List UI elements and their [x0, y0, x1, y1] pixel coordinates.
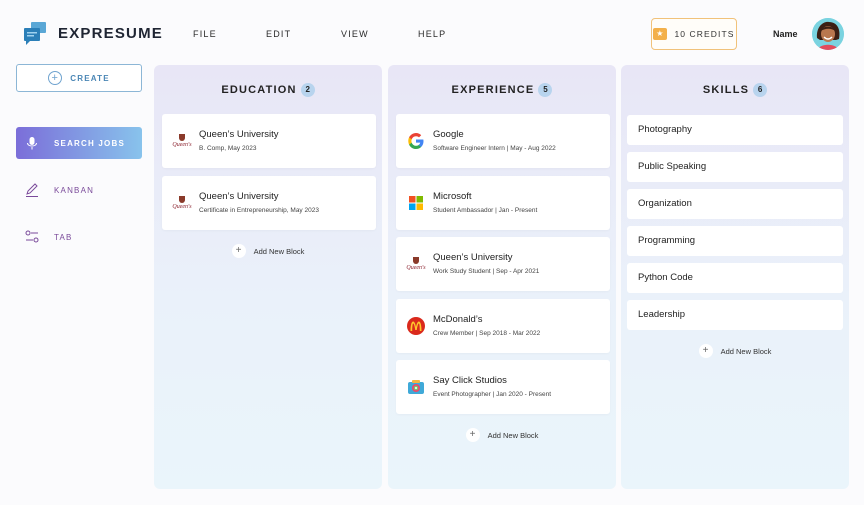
app-logo[interactable]: EXPRESUME — [22, 20, 163, 46]
skill-item[interactable]: Programming — [627, 226, 843, 256]
card-subtitle: Student Ambassador | Jan - Present — [433, 207, 538, 214]
card-subtitle: Event Photographer | Jan 2020 - Present — [433, 391, 552, 398]
queens-logo-icon: Queen's — [172, 194, 192, 212]
queens-logo-icon: Queen's — [406, 255, 426, 273]
card-title: Microsoft — [433, 191, 472, 202]
card-title: Queen’s University — [199, 191, 279, 202]
add-new-block-button[interactable]: + Add New Block — [621, 344, 849, 358]
logo-icon — [22, 20, 48, 46]
experience-card[interactable]: Queen's Queen’s University Work Study St… — [396, 237, 610, 291]
queens-logo-icon: Queen's — [172, 132, 192, 150]
sidebar-item-label: SEARCH JOBS — [54, 138, 125, 148]
card-subtitle: Crew Member | Sep 2018 - Mar 2022 — [433, 330, 541, 337]
count-badge: 2 — [300, 83, 315, 97]
add-new-block-button[interactable]: + Add New Block — [388, 428, 616, 442]
education-column: EDUCATION 2 Queen's Queen’s University B.… — [154, 65, 382, 489]
count-badge: 6 — [753, 83, 768, 97]
skills-column: SKILLS 6 Photography Public Speaking Orga… — [621, 65, 849, 489]
menu-file[interactable]: FILE — [193, 29, 217, 39]
menu-view[interactable]: VIEW — [341, 29, 369, 39]
card-title: Google — [433, 129, 464, 140]
credits-button[interactable]: ★ 10 CREDITS — [651, 18, 737, 50]
experience-card[interactable]: McDonald’s Crew Member | Sep 2018 - Mar … — [396, 299, 610, 353]
card-title: Queen’s University — [433, 252, 513, 263]
plus-icon: + — [48, 71, 63, 85]
column-title: EDUCATION — [221, 84, 297, 96]
card-title: McDonald’s — [433, 314, 483, 325]
column-title: EXPERIENCE — [451, 84, 535, 96]
add-block-label: Add New Block — [253, 246, 305, 256]
sidebar-item-kanban[interactable]: KANBAN — [16, 174, 142, 206]
skill-item[interactable]: Organization — [627, 189, 843, 219]
sidebar-item-tab[interactable]: TAB — [16, 221, 142, 253]
sliders-icon — [24, 229, 40, 245]
create-button[interactable]: + CREATE — [16, 64, 142, 92]
column-header: EDUCATION 2 — [154, 83, 382, 97]
star-ticket-icon: ★ — [653, 28, 668, 40]
top-bar: EXPRESUME FILE EDIT VIEW HELP ★ 10 CREDI… — [0, 0, 864, 64]
menu-help[interactable]: HELP — [418, 29, 446, 39]
count-badge: 5 — [538, 83, 553, 97]
create-label: CREATE — [70, 73, 110, 83]
skill-item[interactable]: Python Code — [627, 263, 843, 293]
experience-column: EXPERIENCE 5 Google Software Engineer Int… — [388, 65, 616, 489]
experience-card[interactable]: Microsoft Student Ambassador | Jan - Pre… — [396, 176, 610, 230]
experience-card[interactable]: Google Software Engineer Intern | May - … — [396, 114, 610, 168]
mcdonalds-logo-icon — [406, 317, 426, 335]
pen-icon — [24, 182, 40, 198]
microphone-icon — [24, 135, 40, 151]
credits-label: 10 CREDITS — [674, 29, 735, 39]
add-block-label: Add New Block — [720, 346, 772, 356]
add-block-label: Add New Block — [487, 430, 539, 440]
column-title: SKILLS — [702, 84, 750, 96]
app-name: EXPRESUME — [58, 24, 163, 42]
camera-logo-icon — [406, 378, 426, 396]
microsoft-logo-icon — [406, 194, 426, 212]
plus-icon: + — [231, 244, 246, 258]
education-card[interactable]: Queen's Queen’s University Certificate i… — [162, 176, 376, 230]
card-subtitle: B. Comp, May 2023 — [199, 145, 257, 152]
plus-icon: + — [465, 428, 480, 442]
skill-item[interactable]: Photography — [627, 115, 843, 145]
add-new-block-button[interactable]: + Add New Block — [154, 244, 382, 258]
card-subtitle: Certificate in Entrepreneurship, May 202… — [199, 207, 319, 214]
skill-item[interactable]: Leadership — [627, 300, 843, 330]
user-name: Name — [773, 29, 798, 39]
card-title: Say Click Studios — [433, 375, 507, 386]
card-subtitle: Work Study Student | Sep - Apr 2021 — [433, 268, 540, 275]
sidebar-item-label: KANBAN — [54, 185, 95, 195]
column-header: SKILLS 6 — [621, 83, 849, 97]
skill-item[interactable]: Public Speaking — [627, 152, 843, 182]
menu-edit[interactable]: EDIT — [266, 29, 291, 39]
education-card[interactable]: Queen's Queen’s University B. Comp, May … — [162, 114, 376, 168]
sidebar-item-search-jobs[interactable]: SEARCH JOBS — [16, 127, 142, 159]
card-title: Queen’s University — [199, 129, 279, 140]
google-logo-icon — [406, 132, 426, 150]
avatar[interactable] — [812, 18, 844, 50]
card-subtitle: Software Engineer Intern | May - Aug 202… — [433, 145, 556, 152]
plus-icon: + — [698, 344, 713, 358]
sidebar-item-label: TAB — [54, 232, 73, 242]
column-header: EXPERIENCE 5 — [388, 83, 616, 97]
experience-card[interactable]: Say Click Studios Event Photographer | J… — [396, 360, 610, 414]
